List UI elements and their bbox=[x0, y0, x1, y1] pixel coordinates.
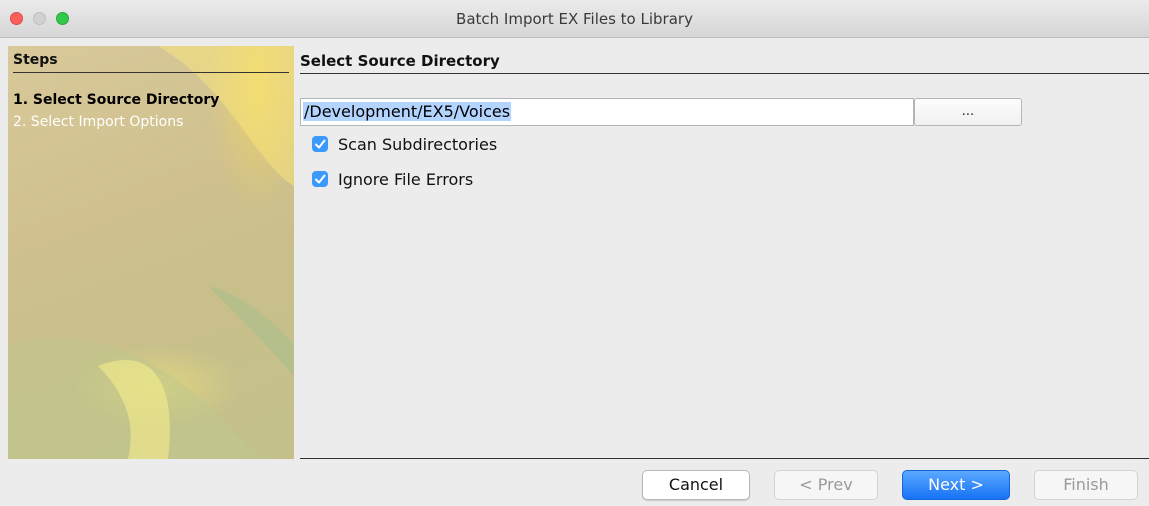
window-title: Batch Import EX Files to Library bbox=[456, 10, 693, 28]
checkmark-icon bbox=[315, 174, 326, 184]
prev-button[interactable]: < Prev bbox=[774, 470, 878, 500]
source-directory-value: /Development/EX5/Voices bbox=[303, 102, 512, 121]
ignore-file-errors-label: Ignore File Errors bbox=[338, 169, 474, 189]
step-select-source-directory: 1. Select Source Directory bbox=[13, 92, 220, 108]
scan-subdirectories-checkbox[interactable] bbox=[312, 136, 328, 152]
ignore-file-errors-checkbox[interactable] bbox=[312, 171, 328, 187]
next-button[interactable]: Next > bbox=[902, 470, 1010, 500]
checkmark-icon bbox=[315, 139, 326, 149]
step-select-import-options: 2. Select Import Options bbox=[13, 114, 184, 130]
content-header: Select Source Directory bbox=[300, 52, 1149, 74]
source-directory-field[interactable]: /Development/EX5/Voices bbox=[300, 98, 914, 126]
scan-subdirectories-label: Scan Subdirectories bbox=[338, 134, 498, 154]
scan-subdirectories-option[interactable]: Scan Subdirectories bbox=[312, 133, 497, 155]
cancel-button[interactable]: Cancel bbox=[642, 470, 750, 500]
finish-button[interactable]: Finish bbox=[1034, 470, 1138, 500]
browse-button[interactable]: ... bbox=[914, 98, 1022, 126]
ignore-file-errors-option[interactable]: Ignore File Errors bbox=[312, 168, 473, 190]
steps-header: Steps bbox=[13, 52, 289, 73]
title-bar: Batch Import EX Files to Library bbox=[0, 0, 1149, 38]
steps-sidebar: Steps 1. Select Source Directory 2. Sele… bbox=[8, 46, 294, 459]
footer-divider bbox=[300, 458, 1149, 459]
